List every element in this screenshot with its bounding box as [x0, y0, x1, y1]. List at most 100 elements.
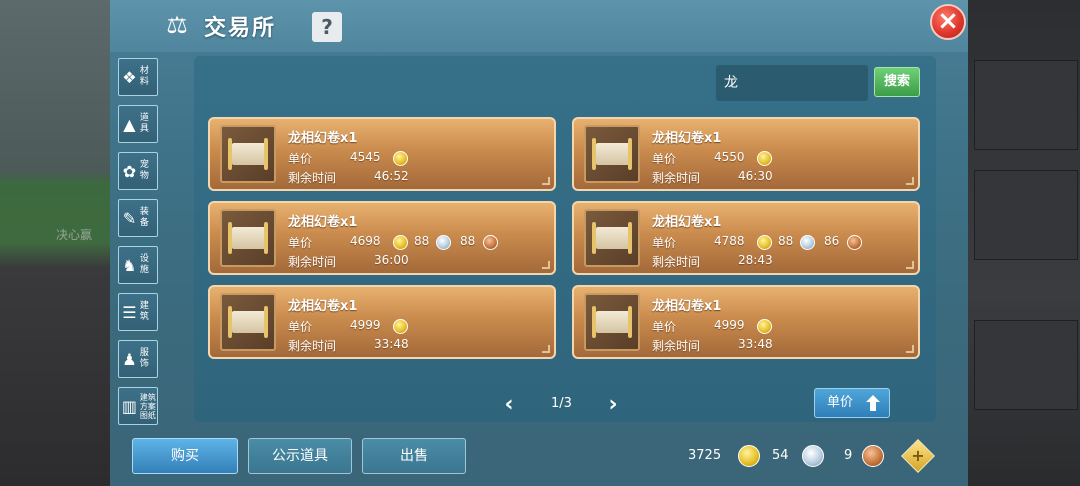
sort-icon — [866, 395, 880, 411]
sidebar-item-label: 宠物 — [139, 160, 149, 181]
sidebar-item-label: 道具 — [139, 113, 149, 134]
sidebar-item-pets[interactable]: ✿ 宠物 — [118, 152, 158, 190]
gold-price: 4999 — [714, 318, 745, 332]
add-currency-button[interactable]: + — [901, 439, 935, 473]
bronze-coin-icon — [862, 445, 884, 467]
card-corner — [542, 261, 550, 269]
background-wall — [974, 320, 1078, 410]
gold-price: 4698 — [350, 234, 381, 248]
background-text: 决心赢 — [56, 228, 93, 242]
card-corner — [906, 261, 914, 269]
background-wall — [974, 170, 1078, 260]
facility-icon: ♞ — [122, 255, 137, 275]
card-corner — [906, 177, 914, 185]
gold-balance: 3725 — [688, 448, 722, 463]
scroll-icon — [220, 209, 276, 267]
scroll-icon — [584, 293, 640, 351]
sidebar-item-buildings[interactable]: ☰ 建筑 — [118, 293, 158, 331]
gold-coin-icon — [393, 319, 408, 334]
props-icon: ▲ — [123, 114, 136, 134]
price-label: 单价 — [652, 236, 677, 250]
sort-by-price-button[interactable]: 单价 — [814, 388, 890, 418]
bronze-price: 86 — [824, 234, 840, 248]
item-name: 龙相幻卷x1 — [288, 131, 358, 146]
bronze-coin-icon — [847, 235, 862, 250]
time-label: 剩余时间 — [288, 255, 337, 269]
building-icon: ☰ — [122, 302, 137, 322]
gold-coin-icon — [393, 235, 408, 250]
close-button[interactable]: × — [930, 4, 966, 40]
time-label: 剩余时间 — [652, 171, 701, 185]
exchange-window: ⚖ 交易所 ? × ❖ 材料 ▲ 道具 ✿ 宠物 ✎ 装备 ♞ 设施 ☰ 建筑 … — [110, 0, 968, 486]
paw-icon: ✿ — [122, 161, 137, 181]
price-label: 单价 — [288, 236, 313, 250]
gold-price: 4550 — [714, 150, 745, 164]
time-label: 剩余时间 — [652, 339, 701, 353]
buy-button[interactable]: 购买 — [132, 438, 238, 474]
silver-balance: 54 — [772, 448, 789, 463]
remaining-time: 36:00 — [374, 253, 409, 267]
sort-label: 单价 — [827, 395, 854, 410]
remaining-time: 46:30 — [738, 169, 773, 183]
scroll-icon — [220, 125, 276, 183]
search-input[interactable]: 龙 — [716, 65, 868, 101]
listing-card[interactable]: 龙相幻卷x1 单价 4999 剩余时间 33:48 — [208, 285, 556, 359]
plus-icon: + — [911, 446, 925, 465]
public-items-button[interactable]: 公示道具 — [248, 438, 352, 474]
item-name: 龙相幻卷x1 — [652, 299, 722, 314]
card-corner — [542, 345, 550, 353]
sidebar-item-label: 建筑 — [139, 301, 149, 322]
sidebar-item-clothing[interactable]: ♟ 服饰 — [118, 340, 158, 378]
help-button[interactable]: ? — [312, 12, 342, 42]
gold-price: 4788 — [714, 234, 745, 248]
card-corner — [542, 177, 550, 185]
gold-price: 4545 — [350, 150, 381, 164]
listing-card[interactable]: 龙相幻卷x1 单价 4788 88 86 剩余时间 28:43 — [572, 201, 920, 275]
sidebar-item-label: 服饰 — [139, 348, 149, 369]
remaining-time: 33:48 — [738, 337, 773, 351]
silver-coin-icon — [800, 235, 815, 250]
remaining-time: 33:48 — [374, 337, 409, 351]
next-page-button[interactable]: › — [604, 392, 622, 417]
remaining-time: 28:43 — [738, 253, 773, 267]
sidebar-item-materials[interactable]: ❖ 材料 — [118, 58, 158, 96]
sell-button[interactable]: 出售 — [362, 438, 466, 474]
background-wall — [974, 60, 1078, 150]
window-title: 交易所 — [204, 16, 277, 41]
sidebar-item-equipment[interactable]: ✎ 装备 — [118, 199, 158, 237]
silver-price: 88 — [778, 234, 794, 248]
background-left-scene: 决心赢 — [0, 0, 110, 486]
materials-icon: ❖ — [122, 67, 137, 87]
item-name: 龙相幻卷x1 — [288, 215, 358, 230]
listing-panel: 龙 搜索 龙相幻卷x1 单价 4545 剩余时间 46:52 龙相幻卷x1 单价… — [194, 56, 936, 422]
sidebar-item-props[interactable]: ▲ 道具 — [118, 105, 158, 143]
item-name: 龙相幻卷x1 — [652, 215, 722, 230]
silver-price: 88 — [414, 234, 430, 248]
gold-coin-icon — [757, 235, 772, 250]
bronze-price: 88 — [460, 234, 476, 248]
listing-card[interactable]: 龙相幻卷x1 单价 4698 88 88 剩余时间 36:00 — [208, 201, 556, 275]
gold-coin-icon — [757, 151, 772, 166]
listing-card[interactable]: 龙相幻卷x1 单价 4550 剩余时间 46:30 — [572, 117, 920, 191]
search-button[interactable]: 搜索 — [874, 67, 920, 97]
scroll-icon — [584, 209, 640, 267]
remaining-time: 46:52 — [374, 169, 409, 183]
listing-card[interactable]: 龙相幻卷x1 单价 4545 剩余时间 46:52 — [208, 117, 556, 191]
time-label: 剩余时间 — [288, 171, 337, 185]
gold-price: 4999 — [350, 318, 381, 332]
scale-icon: ⚖ — [166, 11, 188, 39]
sidebar-item-label: 材料 — [139, 66, 149, 87]
price-label: 单价 — [288, 320, 313, 334]
sidebar-item-facilities[interactable]: ♞ 设施 — [118, 246, 158, 284]
bronze-balance: 9 — [844, 448, 853, 463]
clothing-icon: ♟ — [122, 349, 137, 369]
equipment-icon: ✎ — [122, 208, 137, 228]
sidebar-item-label: 设施 — [139, 254, 149, 275]
sidebar-item-blueprints[interactable]: ▥ 建筑方案图纸 — [118, 387, 158, 425]
silver-coin-icon — [436, 235, 451, 250]
scroll-icon — [584, 125, 640, 183]
gold-coin-icon — [757, 319, 772, 334]
prev-page-button[interactable]: ‹ — [500, 392, 518, 417]
listing-card[interactable]: 龙相幻卷x1 单价 4999 剩余时间 33:48 — [572, 285, 920, 359]
page-indicator: 1/3 — [551, 396, 572, 411]
